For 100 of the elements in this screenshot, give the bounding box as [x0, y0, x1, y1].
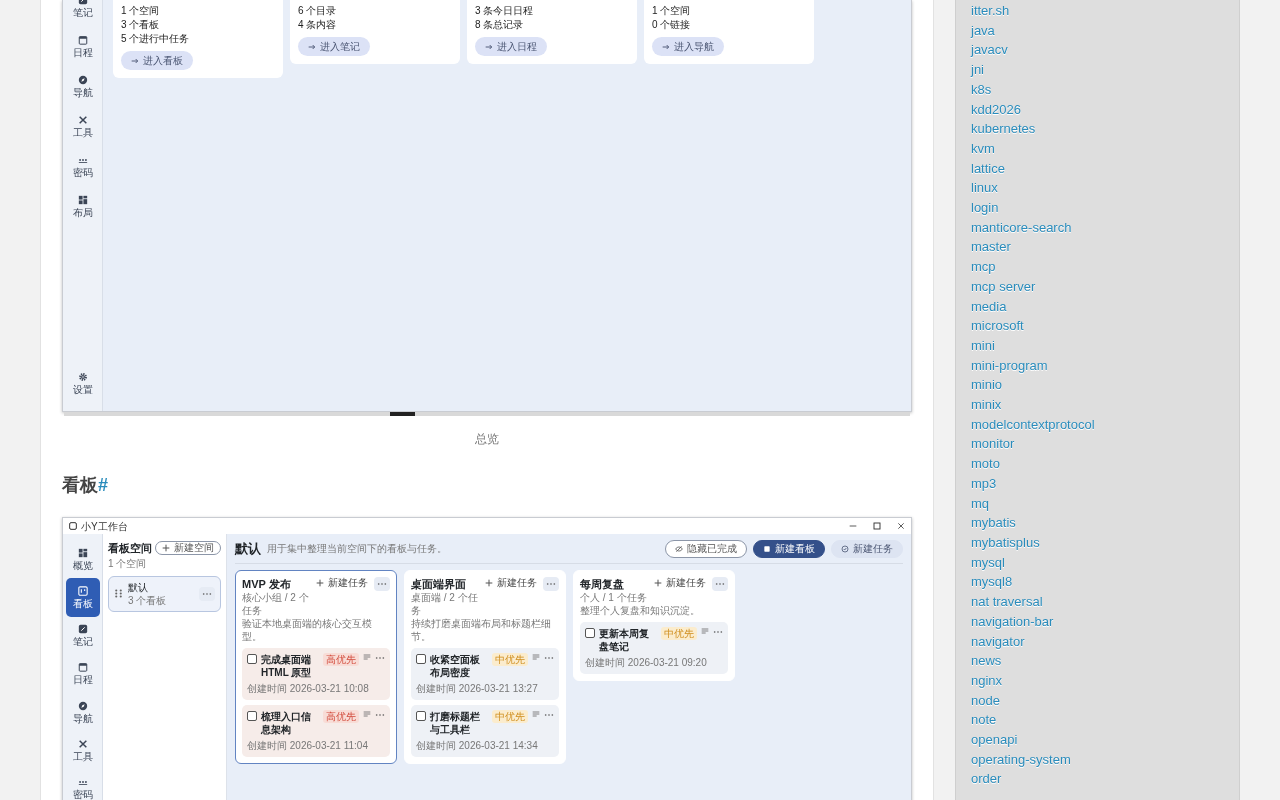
- close-icon[interactable]: [897, 522, 905, 530]
- tag-link[interactable]: kubernetes: [971, 119, 1036, 139]
- new-task-button[interactable]: 新建任务: [483, 577, 539, 589]
- tag-link[interactable]: openapi: [971, 730, 1018, 750]
- task-checkbox[interactable]: [416, 654, 426, 664]
- header-button[interactable]: 新建看板: [753, 539, 825, 558]
- tag-link[interactable]: order: [971, 769, 1002, 790]
- board-column[interactable]: 每周复盘 个人 / 1 个任务 新建任务 整理个人复盘和知识沉淀。 更新本周复盘笔记 中优先 创建时间 2026-03-21 09:20: [573, 570, 735, 681]
- tag-link[interactable]: mini-program: [971, 355, 1048, 376]
- nav-item[interactable]: 密码: [65, 769, 100, 800]
- nav-item[interactable]: 导航: [65, 693, 100, 732]
- task-card[interactable]: 打磨标题栏与工具栏 中优先 创建时间 2026-03-21 14:34: [411, 705, 559, 757]
- tag-link[interactable]: navigation-bar: [971, 611, 1054, 632]
- nav-item[interactable]: 布局: [65, 186, 100, 226]
- task-card[interactable]: 收紧空面板布局密度 中优先 创建时间 2026-03-21 13:27: [411, 648, 559, 700]
- task-checkbox[interactable]: [247, 654, 257, 664]
- tag-link[interactable]: navigator: [971, 631, 1025, 652]
- tag-link[interactable]: manticore-search: [971, 217, 1072, 238]
- new-task-button[interactable]: 新建任务: [314, 577, 370, 589]
- tag-link[interactable]: javacv: [971, 40, 1008, 61]
- nav-item[interactable]: 笔记: [65, 0, 100, 26]
- board-column[interactable]: MVP 发布 核心小组 / 2 个任务 新建任务 验证本地桌面端的核心交互模型。 完成桌面端 HTML 原型 高优先 创建时间 2026-03-21 10:08 梳理入口信息架构 高优先 创建时间 2026-03-21 11:04: [235, 570, 397, 764]
- calendar-icon: [77, 662, 88, 673]
- tag-link[interactable]: nginx: [971, 670, 1003, 691]
- calendar-icon: [77, 34, 88, 45]
- tag-link[interactable]: mybatis: [971, 513, 1016, 533]
- task-card[interactable]: 完成桌面端 HTML 原型 高优先 创建时间 2026-03-21 10:08: [242, 648, 390, 700]
- header-button[interactable]: 新建任务: [831, 539, 903, 558]
- enter-button[interactable]: 进入看板: [121, 51, 193, 70]
- tag-link[interactable]: jni: [971, 60, 984, 80]
- nav-item[interactable]: 看板: [65, 578, 100, 617]
- space-item[interactable]: 默认 3 个看板: [108, 575, 221, 612]
- nav-item[interactable]: 密码: [65, 146, 100, 186]
- plus-icon: [654, 579, 662, 587]
- column-description: 整理个人复盘和知识沉淀。: [580, 604, 701, 617]
- tag-link[interactable]: media: [971, 296, 1007, 317]
- tag-link[interactable]: note: [971, 710, 997, 730]
- nav-item[interactable]: 日程: [65, 654, 100, 694]
- task-checkbox[interactable]: [416, 711, 426, 721]
- nav-item[interactable]: 日程: [65, 26, 100, 66]
- column-meta: 桌面端 / 2 个任务: [411, 591, 479, 617]
- enter-button[interactable]: 进入笔记: [298, 37, 370, 56]
- tag-link[interactable]: lattice: [971, 158, 1005, 179]
- stat-text: 1 个空间: [121, 4, 160, 18]
- arrow-icon: [662, 42, 670, 51]
- space-name: 默认: [128, 580, 149, 594]
- stat-text: 8 条总记录: [475, 18, 524, 32]
- nav-item[interactable]: 笔记: [65, 616, 100, 655]
- space-count: 1 个空间: [108, 556, 148, 570]
- enter-button[interactable]: 进入导航: [652, 37, 724, 56]
- tag-link[interactable]: operating-system: [971, 749, 1071, 770]
- nav-item[interactable]: 工具: [65, 106, 100, 146]
- tag-link[interactable]: master: [971, 237, 1011, 258]
- tag-link[interactable]: kvm: [971, 138, 995, 159]
- tag-link[interactable]: mq: [971, 493, 990, 514]
- column-description: 验证本地桌面端的核心交互模型。: [242, 617, 373, 643]
- tag-link[interactable]: linux: [971, 178, 998, 199]
- tag-link[interactable]: mysql: [971, 552, 1005, 573]
- tag-link[interactable]: nat traversal: [971, 592, 1043, 612]
- tag-link[interactable]: mysql8: [971, 572, 1013, 593]
- enter-button[interactable]: 进入日程: [475, 37, 547, 56]
- tag-link[interactable]: moto: [971, 454, 1000, 474]
- tag-link[interactable]: mp3: [971, 473, 997, 494]
- anchor-link[interactable]: #: [98, 472, 108, 499]
- tag-link[interactable]: modelcontextprotocol: [971, 414, 1095, 435]
- tag-link[interactable]: java: [971, 20, 995, 41]
- tag-link[interactable]: microsoft: [971, 316, 1024, 336]
- plus-icon: [485, 579, 493, 587]
- tag-link[interactable]: itter.sh: [971, 1, 1010, 21]
- tag-link[interactable]: mcp: [971, 257, 996, 277]
- tag-link[interactable]: kdd2026: [971, 99, 1021, 120]
- nav-item[interactable]: 导航: [65, 66, 100, 106]
- tag-link[interactable]: monitor: [971, 434, 1015, 455]
- compass-icon: [77, 700, 88, 711]
- new-space-button[interactable]: 新建空间: [155, 541, 221, 556]
- new-task-button[interactable]: 新建任务: [652, 577, 708, 589]
- plus-icon: [316, 579, 324, 587]
- tag-link[interactable]: node: [971, 690, 1000, 711]
- tag-link[interactable]: mini: [971, 335, 995, 356]
- task-checkbox[interactable]: [585, 628, 595, 638]
- panel-title: 看板空间: [108, 541, 152, 556]
- task-card[interactable]: 更新本周复盘笔记 中优先 创建时间 2026-03-21 09:20: [580, 622, 728, 674]
- header-button[interactable]: 隐藏已完成: [665, 539, 747, 558]
- tag-link[interactable]: minix: [971, 395, 1002, 415]
- task-checkbox[interactable]: [247, 711, 257, 721]
- board-column[interactable]: 桌面端界面 桌面端 / 2 个任务 新建任务 持续打磨桌面端布局和标题栏细节。 收紧空面板布局密度 中优先 创建时间 2026-03-21 13:27 打磨标题栏与工具栏 中优先 创建时间 2026-03-21 14:34: [404, 570, 566, 764]
- tag-link[interactable]: mcp server: [971, 276, 1036, 297]
- tag-link[interactable]: minio: [971, 375, 1003, 396]
- nav-item[interactable]: 工具: [65, 731, 100, 770]
- space-meta: 3 个看板: [128, 593, 168, 607]
- nav-item[interactable]: 概览: [65, 540, 100, 579]
- settings-item[interactable]: 设置: [65, 363, 100, 403]
- tag-link[interactable]: mybatisplus: [971, 533, 1040, 553]
- tag-link[interactable]: k8s: [971, 79, 992, 100]
- task-created: 创建时间 2026-03-21 09:20: [585, 656, 708, 669]
- tag-link[interactable]: login: [971, 198, 999, 218]
- tag-link[interactable]: news: [971, 651, 1002, 671]
- column-meta: 个人 / 1 个任务: [580, 591, 648, 604]
- maximize-icon[interactable]: [873, 522, 881, 530]
- task-card[interactable]: 梳理入口信息架构 高优先 创建时间 2026-03-21 11:04: [242, 705, 390, 757]
